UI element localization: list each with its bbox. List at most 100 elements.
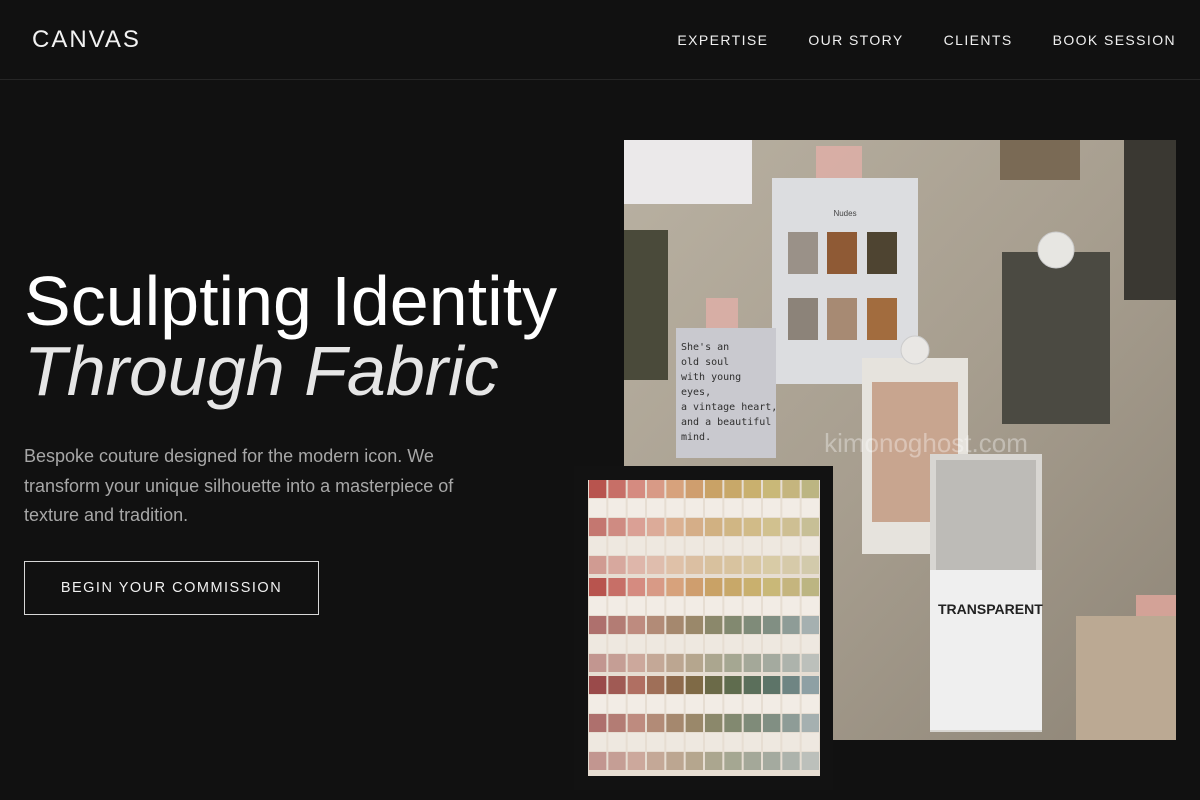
swatch-chip (685, 635, 703, 653)
swatch-chip (608, 480, 626, 498)
swatch-chip (666, 635, 684, 653)
swatch-chip (627, 654, 645, 672)
swatch-chip (608, 752, 626, 770)
swatch-chip (763, 578, 781, 596)
swatch-chip (608, 654, 626, 672)
swatch-chip (608, 635, 626, 653)
swatch-chip (801, 480, 819, 498)
main-nav: EXPERTISE OUR STORY CLIENTS BOOK SESSION (677, 32, 1176, 48)
swatch-chip (627, 752, 645, 770)
nav-item-clients[interactable]: CLIENTS (944, 32, 1013, 48)
swatch-chip (666, 676, 684, 694)
swatch-chip (763, 714, 781, 732)
swatch-chip (743, 714, 761, 732)
swatch-chip (589, 654, 607, 672)
swatch-chip (724, 616, 742, 634)
swatch-chip (782, 578, 800, 596)
nav-item-expertise[interactable]: EXPERTISE (677, 32, 768, 48)
swatch-chip (782, 518, 800, 536)
swatch-chip (724, 676, 742, 694)
swatch-chip (743, 518, 761, 536)
swatch-chip (724, 480, 742, 498)
swatch-chip (705, 556, 723, 574)
swatch-chip (685, 695, 703, 713)
swatch-chip (589, 518, 607, 536)
swatch-chip (705, 578, 723, 596)
swatch-chip (647, 654, 665, 672)
swatch-chip (647, 752, 665, 770)
swatch-chip (763, 537, 781, 555)
swatch-chip (743, 616, 761, 634)
swatch-chip (743, 480, 761, 498)
swatch-chip (589, 499, 607, 517)
swatch-chip (627, 518, 645, 536)
swatch-chip (627, 499, 645, 517)
swatch-chip (608, 733, 626, 751)
swatch-chip (627, 714, 645, 732)
swatch-photo-frame (574, 466, 833, 790)
swatch-chip (647, 518, 665, 536)
swatch-chip (801, 578, 819, 596)
swatch-chip (647, 695, 665, 713)
swatch-chip (782, 480, 800, 498)
hero-title-line2: Through Fabric (24, 332, 499, 410)
swatch-chip (608, 499, 626, 517)
swatch-chip (666, 714, 684, 732)
swatch-chip (685, 752, 703, 770)
swatch-chip (743, 499, 761, 517)
svg-text:eyes,: eyes, (681, 387, 711, 398)
swatch-chip (743, 537, 761, 555)
swatch-chip (705, 654, 723, 672)
site-logo[interactable]: CANVAS (32, 26, 141, 54)
swatch-chip (608, 597, 626, 615)
swatch-chip (724, 597, 742, 615)
swatch-chip (685, 714, 703, 732)
swatch-chip (589, 480, 607, 498)
swatch-chip (801, 616, 819, 634)
swatch-chip (801, 733, 819, 751)
swatch-chip (763, 597, 781, 615)
swatch-chip (647, 499, 665, 517)
swatch-chip (589, 556, 607, 574)
swatch-chip (705, 733, 723, 751)
swatch-chip (801, 714, 819, 732)
swatch-chip (724, 654, 742, 672)
swatch-chip (782, 537, 800, 555)
swatch-chip (627, 537, 645, 555)
swatch-chip (589, 616, 607, 634)
swatch-chip (724, 635, 742, 653)
swatch-chip (801, 654, 819, 672)
svg-text:She's an: She's an (681, 342, 729, 353)
swatch-chip (608, 695, 626, 713)
swatch-chip (743, 733, 761, 751)
swatch-chip (782, 654, 800, 672)
swatch-chip (743, 556, 761, 574)
svg-text:old soul: old soul (681, 357, 729, 368)
paint-swatch-illustration (588, 480, 820, 776)
swatch-chip (801, 499, 819, 517)
swatch-chip (627, 676, 645, 694)
swatch-chip (685, 578, 703, 596)
swatch-chip (589, 714, 607, 732)
swatch-chip (705, 597, 723, 615)
swatch-chip (627, 597, 645, 615)
swatch-chip (724, 499, 742, 517)
swatch-chip (608, 578, 626, 596)
swatch-chip (801, 597, 819, 615)
swatch-chip (724, 578, 742, 596)
swatch-chip (647, 537, 665, 555)
swatch-chip (589, 578, 607, 596)
begin-commission-button[interactable]: BEGIN YOUR COMMISSION (24, 561, 319, 615)
swatch-chip (763, 480, 781, 498)
swatch-chip (801, 635, 819, 653)
swatch-chip (647, 578, 665, 596)
palette-card-title: Nudes (833, 209, 856, 218)
nav-item-book-session[interactable]: BOOK SESSION (1053, 32, 1176, 48)
nav-item-our-story[interactable]: OUR STORY (808, 32, 903, 48)
swatch-chip (647, 616, 665, 634)
swatch-chip (685, 518, 703, 536)
swatch-chip (666, 752, 684, 770)
swatch-chip (763, 654, 781, 672)
swatch-chip (589, 733, 607, 751)
swatch-chip (782, 695, 800, 713)
